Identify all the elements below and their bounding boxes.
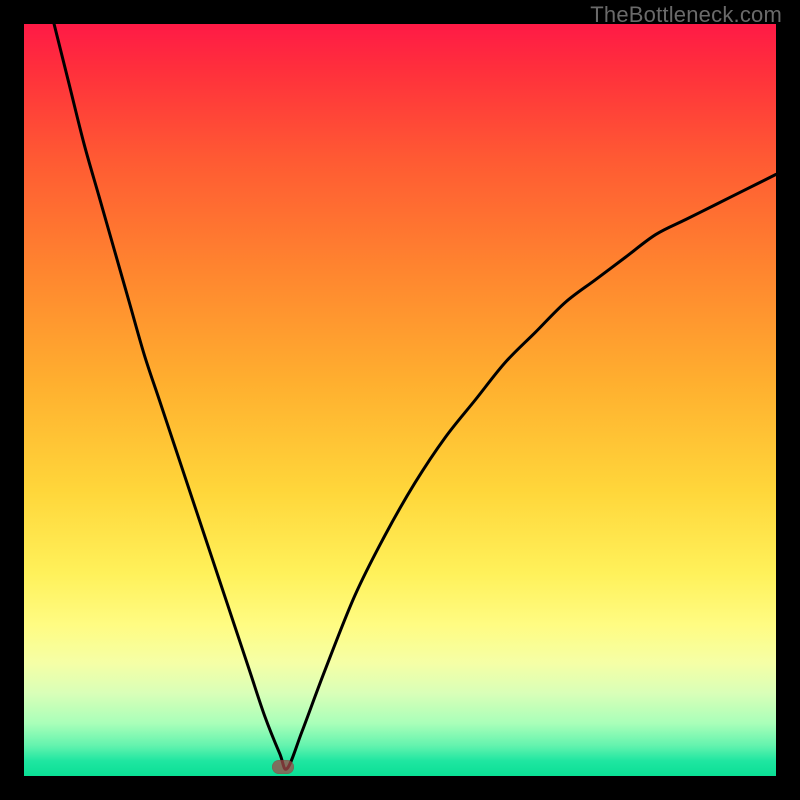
minimum-marker — [272, 760, 294, 774]
plot-area — [24, 24, 776, 776]
bottleneck-curve — [24, 24, 776, 776]
chart-frame: TheBottleneck.com — [0, 0, 800, 800]
curve-path — [54, 24, 776, 769]
